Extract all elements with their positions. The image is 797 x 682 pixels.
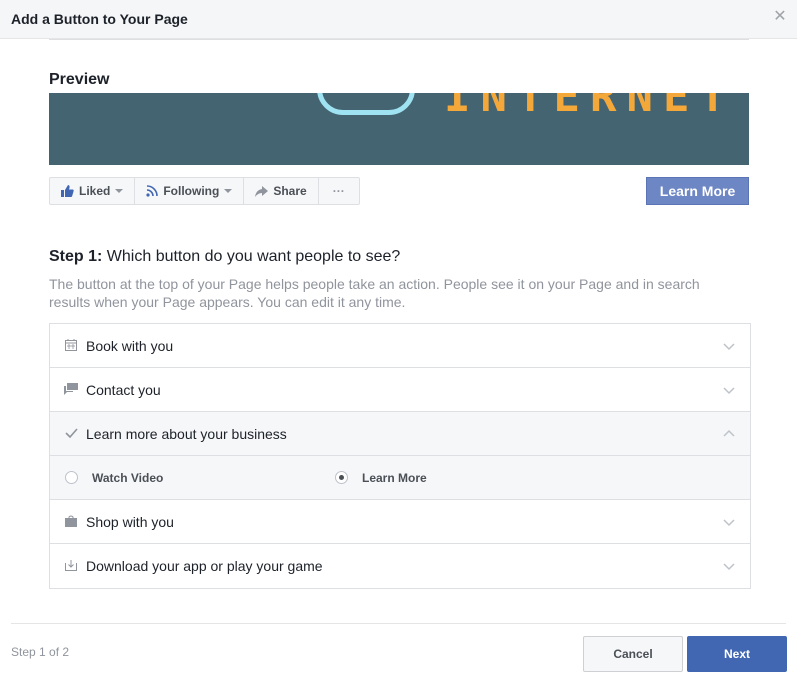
rss-icon bbox=[146, 185, 159, 197]
chevron-down-icon bbox=[723, 387, 735, 395]
cover-decoration bbox=[49, 93, 139, 165]
chat-icon bbox=[64, 382, 78, 396]
option-label: Contact you bbox=[86, 381, 161, 398]
chevron-down-icon bbox=[224, 189, 233, 193]
option-contact-you[interactable]: Contact you bbox=[50, 368, 750, 412]
step-question: Which button do you want people to see? bbox=[102, 248, 401, 265]
option-learn-more-about-business[interactable]: Learn more about your business bbox=[50, 412, 750, 456]
thumbs-up-icon bbox=[61, 185, 74, 197]
share-arrow-icon bbox=[255, 185, 269, 197]
step-prefix: Step 1: bbox=[49, 248, 103, 265]
divider bbox=[49, 39, 749, 40]
page-actions-bar: Liked Following Share ··· bbox=[49, 177, 360, 205]
next-button[interactable]: Next bbox=[687, 636, 787, 672]
step-heading: Step 1: Which button do you want people … bbox=[49, 248, 400, 266]
option-shop-with-you[interactable]: Shop with you bbox=[50, 500, 750, 544]
share-label: Share bbox=[273, 184, 307, 198]
step-description: The button at the top of your Page helps… bbox=[49, 276, 700, 310]
more-button[interactable]: ··· bbox=[319, 178, 359, 204]
learn-more-label[interactable]: Learn More bbox=[362, 471, 427, 485]
option-label: Shop with you bbox=[86, 513, 174, 530]
watch-video-radio[interactable] bbox=[65, 471, 78, 484]
chevron-down-icon bbox=[723, 519, 735, 527]
option-label: Download your app or play your game bbox=[86, 558, 323, 574]
cover-decoration bbox=[317, 93, 415, 115]
option-book-with-you[interactable]: Book with you bbox=[50, 324, 750, 368]
more-icon: ··· bbox=[332, 184, 345, 198]
cover-photo: INTERNET bbox=[49, 93, 749, 165]
button-options-list: Book with you Contact you Learn more abo… bbox=[49, 323, 751, 589]
liked-label: Liked bbox=[79, 184, 111, 198]
preview-label: Preview bbox=[49, 71, 110, 88]
learn-more-radio[interactable] bbox=[335, 471, 348, 484]
following-button[interactable]: Following bbox=[135, 178, 245, 204]
cancel-button[interactable]: Cancel bbox=[583, 636, 683, 672]
check-icon bbox=[64, 426, 78, 440]
calendar-icon bbox=[64, 338, 78, 352]
divider bbox=[11, 623, 786, 624]
step-count: Step 1 of 2 bbox=[11, 645, 70, 659]
chevron-down-icon bbox=[115, 189, 124, 193]
shopping-bag-icon bbox=[64, 514, 78, 528]
cover-text: INTERNET bbox=[444, 93, 736, 122]
download-icon bbox=[64, 558, 78, 572]
option-label: Book with you bbox=[86, 337, 174, 354]
chevron-down-icon bbox=[723, 343, 735, 351]
dialog-title: Add a Button to Your Page bbox=[11, 11, 188, 27]
option-label: Learn more about your business bbox=[86, 425, 287, 442]
cta-preview-button[interactable]: Learn More bbox=[646, 177, 749, 205]
following-label: Following bbox=[163, 184, 220, 198]
dialog-header: Add a Button to Your Page ✕ bbox=[0, 0, 797, 39]
share-button[interactable]: Share bbox=[244, 178, 319, 204]
watch-video-label[interactable]: Watch Video bbox=[92, 471, 163, 485]
option-download-app[interactable]: Download your app or play your game bbox=[50, 544, 750, 588]
chevron-down-icon bbox=[723, 563, 735, 571]
liked-button[interactable]: Liked bbox=[50, 178, 136, 204]
option-choices: Watch Video Learn More bbox=[50, 456, 750, 500]
chevron-up-icon bbox=[723, 429, 735, 437]
close-icon[interactable]: ✕ bbox=[773, 9, 787, 25]
